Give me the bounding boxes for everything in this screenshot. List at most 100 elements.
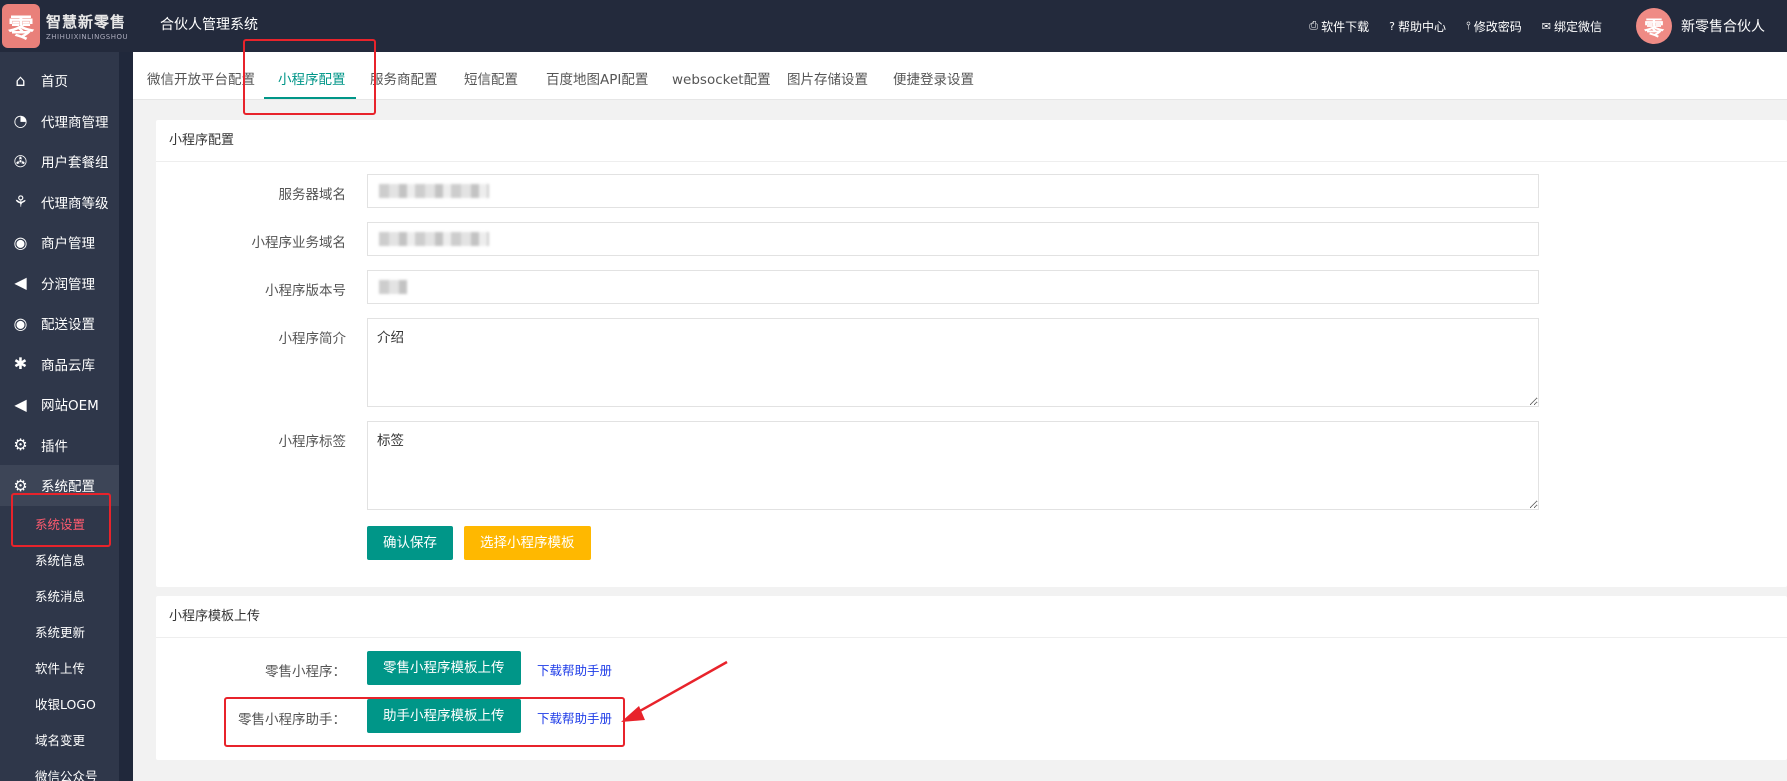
save-button[interactable]: 确认保存 [367, 526, 453, 560]
panel-title: 小程序配置 [156, 120, 1787, 162]
logo[interactable]: 零 智慧新零售 ZHIHUIXINLINGSHOU [0, 0, 133, 52]
download-manual-link[interactable]: 下载帮助手册 [537, 660, 612, 679]
sidebar-item-home[interactable]: ⌂ 首页 [0, 60, 133, 101]
change-password-label: 修改密码 [1473, 19, 1522, 34]
sidebar-item-label: 插件 [41, 438, 68, 455]
user-menu[interactable]: 零 新零售合伙人 [1636, 8, 1765, 44]
redacted-value [379, 280, 407, 294]
chat-icon: ✉ [1541, 19, 1551, 33]
sidebar-scrollbar[interactable] [119, 52, 133, 781]
redacted-value [379, 184, 489, 198]
sidebar-subitem-domain-change[interactable]: 域名变更 [0, 722, 119, 758]
tab-baidu-map-api[interactable]: 百度地图API配置 [546, 52, 648, 100]
choose-template-button[interactable]: 选择小程序模板 [464, 526, 591, 560]
bind-wechat-link[interactable]: ✉ 绑定微信 [1542, 18, 1602, 35]
logo-subtitle: ZHIHUIXINLINGSHOU [46, 33, 129, 41]
business-domain-input[interactable] [367, 222, 1539, 256]
sidebar-subitem-system-info[interactable]: 系统信息 [0, 542, 119, 578]
tab-quick-login[interactable]: 便捷登录设置 [893, 52, 974, 100]
sidebar-item-label: 代理商管理 [41, 114, 109, 131]
sidebar-item-label: 网站OEM [41, 398, 99, 415]
assistant-template-upload-button[interactable]: 助手小程序模板上传 [367, 699, 521, 733]
sidebar-item-label: 首页 [41, 74, 68, 91]
tab-wechat-open-platform[interactable]: 微信开放平台配置 [147, 52, 255, 100]
package-icon: ✇ [13, 151, 28, 171]
logo-title: 智慧新零售 [46, 13, 127, 31]
sidebar-item-user-packages[interactable]: ✇ 用户套餐组 [0, 141, 133, 182]
retail-template-upload-button[interactable]: 零售小程序模板上传 [367, 651, 521, 685]
tree-icon: ⚘ [13, 192, 28, 212]
download-manual-link[interactable]: 下载帮助手册 [537, 708, 612, 727]
home-icon: ⌂ [15, 70, 26, 90]
tab-service-provider[interactable]: 服务商配置 [370, 52, 438, 100]
annotation-arrow-head [621, 706, 645, 722]
server-domain-label: 服务器域名 [278, 187, 347, 203]
active-tab-indicator [264, 97, 356, 99]
intro-textarea[interactable]: 介绍 [367, 318, 1539, 407]
tab-sms-config[interactable]: 短信配置 [464, 52, 518, 100]
redacted-value [379, 232, 489, 246]
change-password-link[interactable]: ⫯ 修改密码 [1466, 18, 1522, 35]
sidebar-subitem-system-settings[interactable]: 系统设置 [0, 506, 119, 542]
version-input[interactable] [367, 270, 1539, 304]
sidebar-item-profit-sharing[interactable]: ◀ 分润管理 [0, 263, 133, 304]
sidebar-item-agent-levels[interactable]: ⚘ 代理商等级 [0, 182, 133, 223]
sidebar-item-agent-management[interactable]: ◔ 代理商管理 [0, 101, 133, 142]
logo-badge: 零 [2, 4, 40, 48]
app-title: 合伙人管理系统 [160, 17, 258, 33]
tab-image-storage[interactable]: 图片存储设置 [787, 52, 868, 100]
cogs-icon: ⚙ [13, 435, 28, 455]
config-tabs: 微信开放平台配置 小程序配置 服务商配置 短信配置 百度地图API配置 webs… [133, 52, 1787, 100]
help-icon: ? [1389, 19, 1395, 33]
annotation-arrow [621, 660, 728, 722]
printer-icon: ⎙ [1309, 19, 1319, 32]
sidebar-item-website-oem[interactable]: ◀ 网站OEM [0, 384, 133, 425]
sidebar-item-label: 用户套餐组 [41, 155, 109, 172]
top-header: 零 智慧新零售 ZHIHUIXINLINGSHOU 合伙人管理系统 ⎙ 软件下载… [0, 0, 1787, 52]
logo-text: 智慧新零售 ZHIHUIXINLINGSHOU [46, 11, 128, 41]
sidebar-subitem-system-update[interactable]: 系统更新 [0, 614, 119, 650]
avatar: 零 [1636, 8, 1672, 44]
sidebar-subitem-system-messages[interactable]: 系统消息 [0, 578, 119, 614]
software-download-label: 软件下载 [1321, 19, 1370, 34]
sidebar-item-label: 分润管理 [41, 276, 95, 293]
sidebar-subitem-wechat-official[interactable]: 微信公众号 [0, 758, 119, 781]
sidebar: ⌂ 首页 ◔ 代理商管理 ✇ 用户套餐组 ⚘ 代理商等级 ◉ 商户管理 ◀ 分润… [0, 52, 133, 781]
sidebar-subitem-software-upload[interactable]: 软件上传 [0, 650, 119, 686]
sidebar-item-delivery-settings[interactable]: ◉ 配送设置 [0, 303, 133, 344]
version-label: 小程序版本号 [265, 283, 346, 299]
intro-label: 小程序简介 [278, 331, 347, 347]
help-center-link[interactable]: ? 帮助中心 [1389, 18, 1446, 35]
user-circle-icon: ◉ [13, 313, 28, 333]
business-domain-label: 小程序业务域名 [251, 235, 347, 251]
tab-websocket[interactable]: websocket配置 [672, 52, 771, 100]
retail-assistant-label: 零售小程序助手： [238, 712, 346, 728]
tags-label: 小程序标签 [278, 434, 347, 450]
send-icon: ◀ [14, 394, 27, 414]
user-name: 新零售合伙人 [1681, 19, 1765, 35]
miniprogram-config-panel: 小程序配置 服务器域名 小程序业务域名 小程序版本号 小程序简介 介绍 小程序标… [156, 120, 1787, 587]
sidebar-item-label: 代理商等级 [41, 195, 109, 212]
agent-icon: ◔ [13, 111, 28, 131]
software-download-link[interactable]: ⎙ 软件下载 [1309, 18, 1369, 35]
user-icon: ◉ [13, 232, 28, 252]
sidebar-item-label: 系统配置 [41, 479, 95, 496]
send-icon: ◀ [14, 273, 27, 293]
header-links: ⎙ 软件下载 ? 帮助中心 ⫯ 修改密码 ✉ 绑定微信 零 新零售合伙人 [1309, 0, 1787, 52]
sidebar-item-label: 商户管理 [41, 236, 95, 253]
tags-textarea[interactable]: 标签 [367, 421, 1539, 510]
sidebar-item-system-config[interactable]: ⚙ 系统配置 [0, 465, 119, 506]
sidebar-item-label: 商品云库 [41, 357, 95, 374]
annotation-arrow-shaft [630, 660, 728, 718]
cogs-icon: ⚙ [13, 475, 28, 495]
tab-miniprogram-config[interactable]: 小程序配置 [278, 52, 346, 100]
help-center-label: 帮助中心 [1397, 19, 1446, 34]
sidebar-item-product-cloud[interactable]: ✱ 商品云库 [0, 344, 133, 385]
sidebar-subitem-cashier-logo[interactable]: 收银LOGO [0, 686, 119, 722]
sidebar-item-plugins[interactable]: ⚙ 插件 [0, 425, 133, 466]
sidebar-item-merchants[interactable]: ◉ 商户管理 [0, 222, 133, 263]
template-upload-panel: 小程序模板上传 零售小程序： 零售小程序模板上传 下载帮助手册 零售小程序助手：… [156, 596, 1787, 760]
bind-wechat-label: 绑定微信 [1553, 19, 1602, 34]
server-domain-input[interactable] [367, 174, 1539, 208]
panel-title: 小程序模板上传 [156, 596, 1787, 638]
